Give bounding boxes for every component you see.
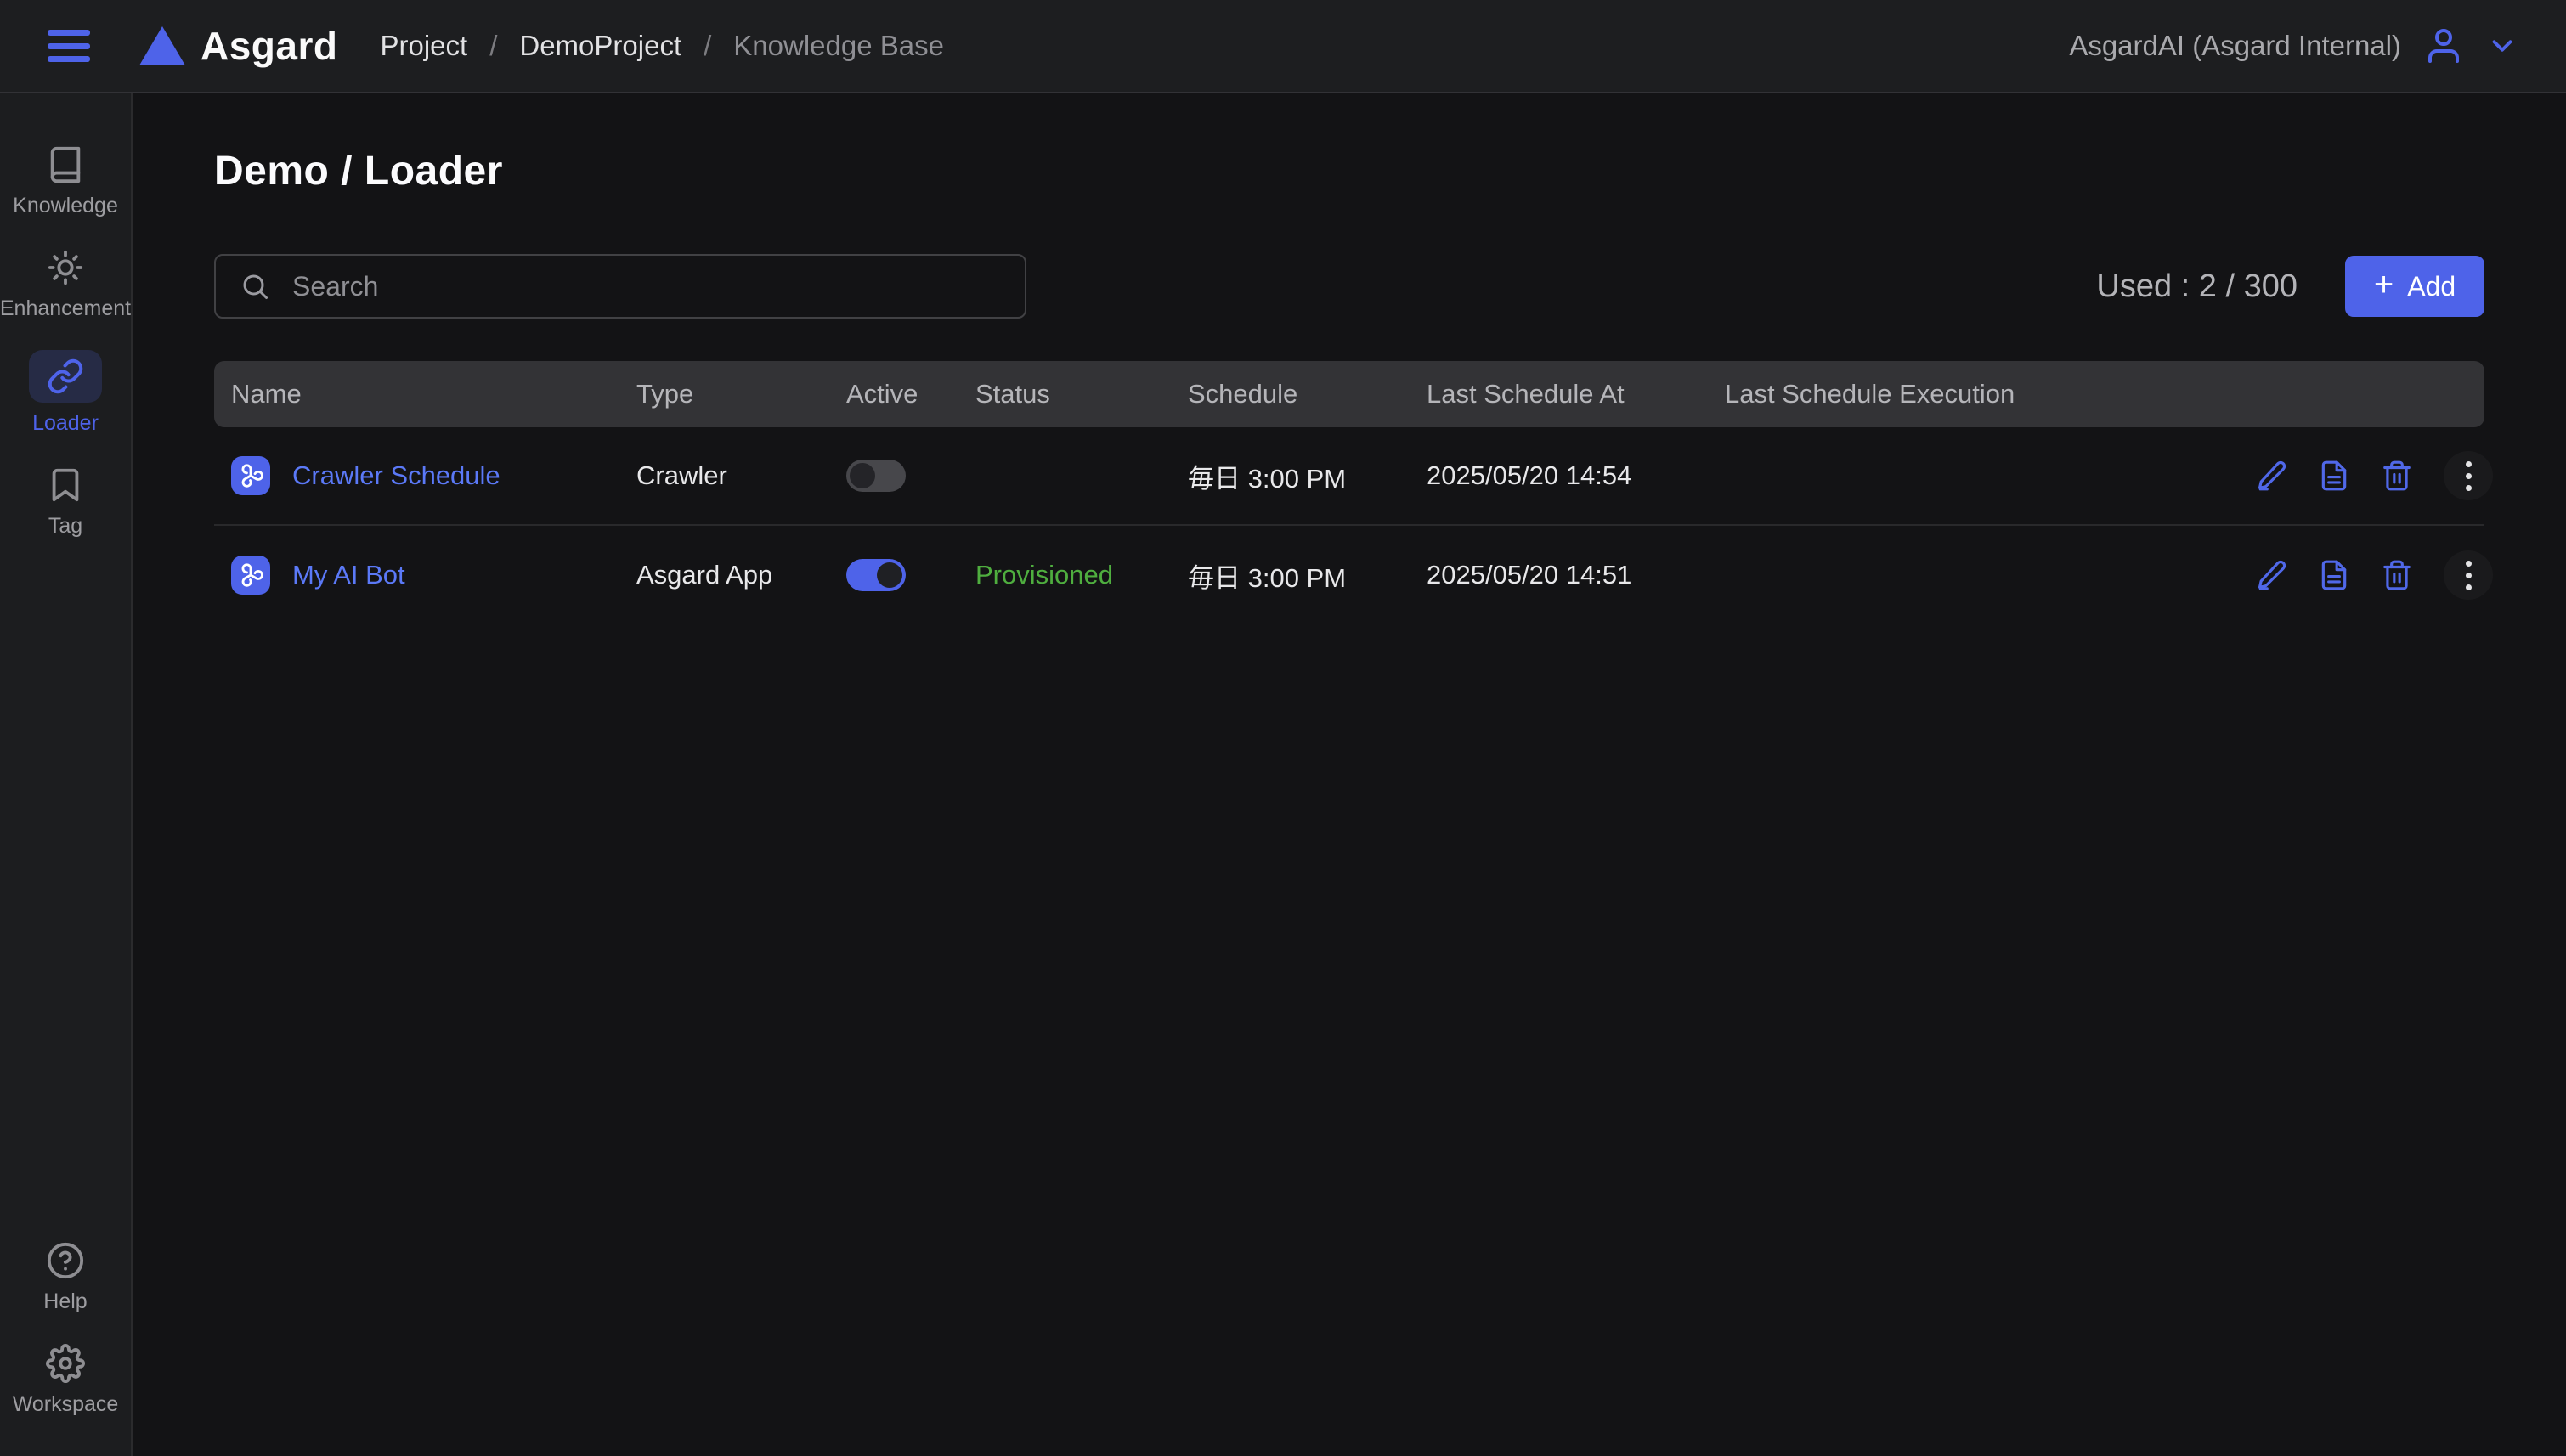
trash-icon[interactable] <box>2381 559 2413 591</box>
cell-schedule: 毎日 3:00 PM <box>1171 556 1410 595</box>
usage-label: Used : 2 / 300 <box>2096 268 2298 305</box>
edit-icon[interactable] <box>2255 559 2287 591</box>
sidebar-item-loader[interactable]: Loader <box>29 350 102 436</box>
book-icon <box>45 144 86 185</box>
table-row: My AI Bot Asgard App Provisioned 毎日 3:00… <box>214 526 2484 624</box>
document-icon[interactable] <box>2318 559 2350 591</box>
header-account-area: AsgardAI (Asgard Internal) <box>2069 25 2518 66</box>
row-name-link[interactable]: Crawler Schedule <box>292 460 500 491</box>
more-menu-icon[interactable] <box>2444 451 2493 500</box>
add-button[interactable]: + Add <box>2345 256 2484 317</box>
app-header: Asgard Project / DemoProject / Knowledge… <box>0 0 2566 93</box>
table-header-row: Name Type Active Status Schedule Last Sc… <box>214 361 2484 427</box>
trash-icon[interactable] <box>2381 460 2413 492</box>
row-name-link[interactable]: My AI Bot <box>292 560 405 590</box>
active-toggle[interactable] <box>846 460 906 492</box>
add-button-label: Add <box>2407 271 2456 302</box>
more-menu-icon[interactable] <box>2444 550 2493 600</box>
plus-icon: + <box>2374 268 2394 302</box>
cell-last-schedule-at: 2025/05/20 14:51 <box>1410 560 1708 590</box>
edit-icon[interactable] <box>2255 460 2287 492</box>
search-icon <box>240 271 270 302</box>
hamburger-menu-icon[interactable] <box>48 30 90 62</box>
help-circle-icon <box>45 1240 86 1281</box>
column-header-last-schedule-execution: Last Schedule Execution <box>1708 379 2238 409</box>
sidebar-item-help[interactable]: Help <box>43 1240 87 1314</box>
row-actions <box>2238 550 2527 600</box>
sidebar-item-label: Enhancement <box>0 296 131 321</box>
column-header-last-schedule-at: Last Schedule At <box>1410 379 1708 409</box>
search-input[interactable] <box>292 271 1001 302</box>
main-content: Demo / Loader Used : 2 / 300 + Add Name … <box>133 93 2566 1456</box>
sidebar-item-label: Workspace <box>13 1392 119 1417</box>
chevron-down-icon[interactable] <box>2486 30 2518 62</box>
sidebar-item-label: Loader <box>32 411 99 436</box>
cell-schedule: 毎日 3:00 PM <box>1171 457 1410 495</box>
sidebar-item-label: Knowledge <box>13 194 118 218</box>
breadcrumb: Project / DemoProject / Knowledge Base <box>380 30 943 62</box>
search-box <box>214 254 1026 319</box>
sidebar-item-label: Tag <box>48 514 82 539</box>
sidebar-item-knowledge[interactable]: Knowledge <box>13 144 118 218</box>
sun-icon <box>45 247 86 288</box>
column-header-name: Name <box>214 379 619 409</box>
breadcrumb-project[interactable]: Project <box>380 30 467 62</box>
column-header-schedule: Schedule <box>1171 379 1410 409</box>
breadcrumb-separator: / <box>489 30 497 62</box>
breadcrumb-separator: / <box>704 30 711 62</box>
cell-last-schedule-at: 2025/05/20 14:54 <box>1410 460 1708 491</box>
page-title: Demo / Loader <box>214 148 2484 195</box>
breadcrumb-knowledge-base[interactable]: Knowledge Base <box>733 30 944 62</box>
logo-triangle-icon <box>139 26 185 65</box>
sidebar-item-enhancement[interactable]: Enhancement <box>0 247 131 321</box>
webhook-icon <box>231 456 270 495</box>
link-icon <box>29 350 102 403</box>
gear-icon <box>45 1343 86 1384</box>
sidebar-item-tag[interactable]: Tag <box>45 465 86 539</box>
loader-table: Name Type Active Status Schedule Last Sc… <box>214 361 2484 624</box>
breadcrumb-demoproject[interactable]: DemoProject <box>519 30 681 62</box>
column-header-active: Active <box>829 379 958 409</box>
app-logo[interactable]: Asgard <box>139 23 337 69</box>
bookmark-icon <box>45 465 86 505</box>
webhook-icon <box>231 556 270 595</box>
sidebar-item-label: Help <box>43 1290 87 1314</box>
column-header-type: Type <box>619 379 829 409</box>
controls-row: Used : 2 / 300 + Add <box>214 254 2484 319</box>
sidebar: Knowledge Enhancement Loader Tag Help Wo… <box>0 93 133 1456</box>
logo-text: Asgard <box>201 23 337 69</box>
document-icon[interactable] <box>2318 460 2350 492</box>
cell-status: Provisioned <box>958 560 1171 590</box>
cell-type: Asgard App <box>619 560 829 590</box>
sidebar-item-workspace[interactable]: Workspace <box>13 1343 119 1417</box>
user-icon[interactable] <box>2423 25 2464 66</box>
account-label: AsgardAI (Asgard Internal) <box>2069 30 2401 62</box>
table-row: Crawler Schedule Crawler 毎日 3:00 PM 2025… <box>214 427 2484 526</box>
row-actions <box>2238 451 2527 500</box>
cell-type: Crawler <box>619 460 829 491</box>
column-header-status: Status <box>958 379 1171 409</box>
active-toggle[interactable] <box>846 559 906 591</box>
